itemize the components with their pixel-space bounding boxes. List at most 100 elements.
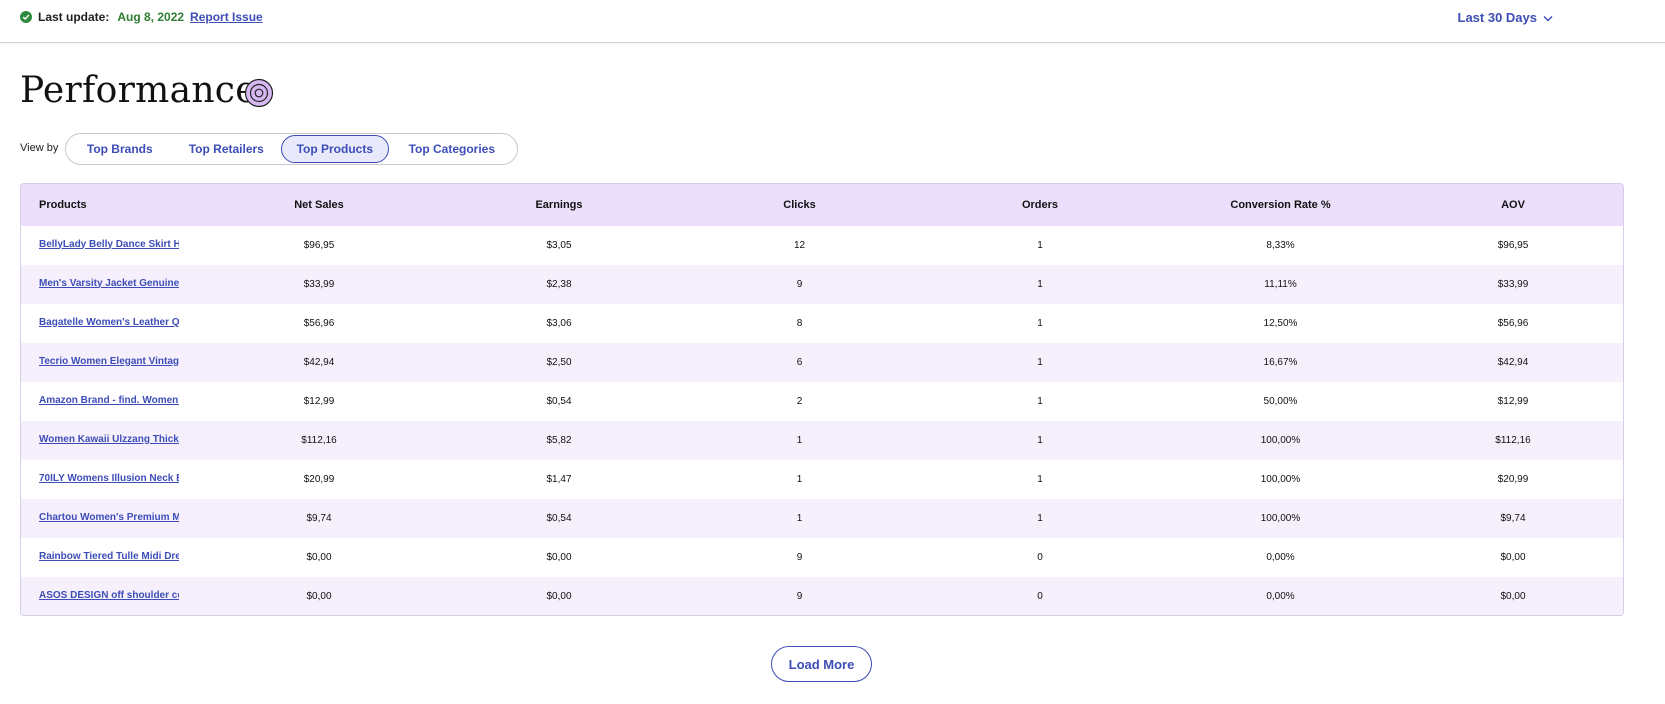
conversion-rate-cell: 12,50% (1263, 318, 1298, 329)
net-sales-cell: $112,16 (301, 435, 337, 446)
tab-top-categories[interactable]: Top Categories (389, 135, 515, 163)
table-row: Men's Varsity Jacket Genuine L... $33,99… (21, 265, 1623, 304)
clicks-cell: 6 (796, 357, 803, 368)
aov-cell: $9,74 (1500, 513, 1526, 524)
net-sales-cell: $0,00 (306, 591, 332, 602)
page-title: Performance (20, 70, 257, 111)
net-sales-cell: $9,74 (306, 513, 332, 524)
column-header-orders[interactable]: Orders (920, 184, 1160, 226)
table-row: BellyLady Belly Dance Skirt Ha... $96,95… (21, 226, 1623, 265)
conversion-rate-cell: 100,00% (1260, 513, 1301, 524)
net-sales-cell: $42,94 (303, 357, 335, 368)
tab-top-brands[interactable]: Top Brands (68, 135, 172, 163)
date-range-label: Last 30 Days (1457, 10, 1538, 25)
aov-cell: $42,94 (1497, 357, 1529, 368)
table-row: Rainbow Tiered Tulle Midi Dres... $0,00 … (21, 538, 1623, 577)
net-sales-cell: $33,99 (303, 279, 335, 290)
product-link[interactable]: ASOS DESIGN off shoulder cor... (39, 590, 179, 601)
orders-cell: 1 (1037, 357, 1043, 368)
clicks-cell: 9 (796, 279, 803, 290)
product-link[interactable]: Bagatelle Women's Leather Qui... (39, 317, 179, 328)
product-link[interactable]: Tecrio Women Elegant Vintage ... (39, 356, 179, 367)
aov-cell: $33,99 (1497, 279, 1529, 290)
product-link[interactable]: BellyLady Belly Dance Skirt Ha... (39, 239, 179, 250)
conversion-rate-cell: 100,00% (1260, 474, 1301, 485)
aov-cell: $0,00 (1500, 552, 1526, 563)
orders-cell: 1 (1037, 318, 1043, 329)
orders-cell: 1 (1037, 435, 1043, 446)
aov-cell: $20,99 (1497, 474, 1529, 485)
clicks-cell: 9 (796, 552, 803, 563)
table-row: 70ILY Womens Illusion Neck B... $20,99 $… (21, 460, 1623, 499)
product-link[interactable]: Amazon Brand - find. Women's... (39, 395, 179, 406)
aov-cell: $96,95 (1497, 240, 1529, 251)
orders-cell: 1 (1037, 513, 1043, 524)
date-range-dropdown[interactable]: Last 30 Days (1458, 10, 1554, 25)
earnings-cell: $2,50 (546, 357, 572, 368)
net-sales-cell: $0,00 (306, 552, 332, 563)
orders-cell: 1 (1037, 474, 1043, 485)
table-row: Women Kawaii Ulzzang Thick ... $112,16 $… (21, 421, 1623, 460)
aov-cell: $112,16 (1495, 435, 1531, 446)
column-header-earnings[interactable]: Earnings (439, 184, 679, 226)
orders-cell: 1 (1037, 240, 1043, 251)
net-sales-cell: $20,99 (303, 474, 335, 485)
table-row: ASOS DESIGN off shoulder cor... $0,00 $0… (21, 577, 1623, 615)
earnings-cell: $3,06 (546, 318, 572, 329)
clicks-cell: 1 (796, 513, 803, 524)
product-link[interactable]: Chartou Women's Premium Me... (39, 512, 179, 523)
column-header-net-sales[interactable]: Net Sales (199, 184, 439, 226)
orders-cell: 1 (1037, 279, 1043, 290)
earnings-cell: $0,00 (546, 591, 572, 602)
earnings-cell: $0,00 (546, 552, 572, 563)
clicks-cell: 8 (796, 318, 803, 329)
conversion-rate-cell: 100,00% (1260, 435, 1301, 446)
table-row: Amazon Brand - find. Women's... $12,99 $… (21, 382, 1623, 421)
last-update-label: Last update: (38, 10, 110, 24)
conversion-rate-cell: 0,00% (1266, 591, 1295, 602)
conversion-rate-cell: 50,00% (1263, 396, 1298, 407)
net-sales-cell: $96,95 (303, 240, 335, 251)
target-icon (244, 78, 274, 108)
clicks-cell: 1 (796, 435, 803, 446)
clicks-cell: 2 (796, 396, 803, 407)
earnings-cell: $3,05 (546, 240, 572, 251)
aov-cell: $12,99 (1497, 396, 1529, 407)
product-link[interactable]: 70ILY Womens Illusion Neck B... (39, 473, 179, 484)
performance-table: Products Net Sales Earnings Clicks Order… (20, 183, 1624, 616)
last-update-date: Aug 8, 2022 (117, 10, 185, 24)
report-issue-link[interactable]: Report Issue (190, 10, 263, 24)
chevron-down-icon (1543, 10, 1553, 25)
product-link[interactable]: Women Kawaii Ulzzang Thick ... (39, 434, 179, 445)
product-link[interactable]: Men's Varsity Jacket Genuine L... (39, 278, 179, 289)
view-by-tabs: Top Brands Top Retailers Top Products To… (65, 133, 518, 165)
conversion-rate-cell: 11,11% (1264, 279, 1297, 290)
earnings-cell: $0,54 (546, 396, 572, 407)
aov-cell: $56,96 (1497, 318, 1529, 329)
column-header-products[interactable]: Products (21, 184, 199, 226)
clicks-cell: 9 (796, 591, 803, 602)
load-more-button[interactable]: Load More (771, 646, 872, 682)
orders-cell: 0 (1037, 552, 1043, 563)
earnings-cell: $1,47 (546, 474, 572, 485)
check-circle-icon (20, 11, 32, 23)
product-link[interactable]: Rainbow Tiered Tulle Midi Dres... (39, 551, 179, 562)
aov-cell: $0,00 (1500, 591, 1526, 602)
clicks-cell: 12 (793, 240, 806, 251)
tab-top-products[interactable]: Top Products (281, 135, 389, 163)
column-header-clicks[interactable]: Clicks (679, 184, 920, 226)
top-bar: Last update: Aug 8, 2022 Report Issue La… (0, 0, 1665, 43)
orders-cell: 0 (1037, 591, 1043, 602)
table-row: Bagatelle Women's Leather Qui... $56,96 … (21, 304, 1623, 343)
table-row: Tecrio Women Elegant Vintage ... $42,94 … (21, 343, 1623, 382)
earnings-cell: $5,82 (546, 435, 572, 446)
net-sales-cell: $56,96 (303, 318, 335, 329)
table-row: Chartou Women's Premium Me... $9,74 $0,5… (21, 499, 1623, 538)
table-header-row: Products Net Sales Earnings Clicks Order… (21, 184, 1623, 226)
column-header-aov[interactable]: AOV (1401, 184, 1623, 226)
clicks-cell: 1 (796, 474, 803, 485)
orders-cell: 1 (1037, 396, 1043, 407)
tab-top-retailers[interactable]: Top Retailers (172, 135, 282, 163)
conversion-rate-cell: 16,67% (1263, 357, 1298, 368)
column-header-conversion-rate[interactable]: Conversion Rate % (1160, 184, 1401, 226)
